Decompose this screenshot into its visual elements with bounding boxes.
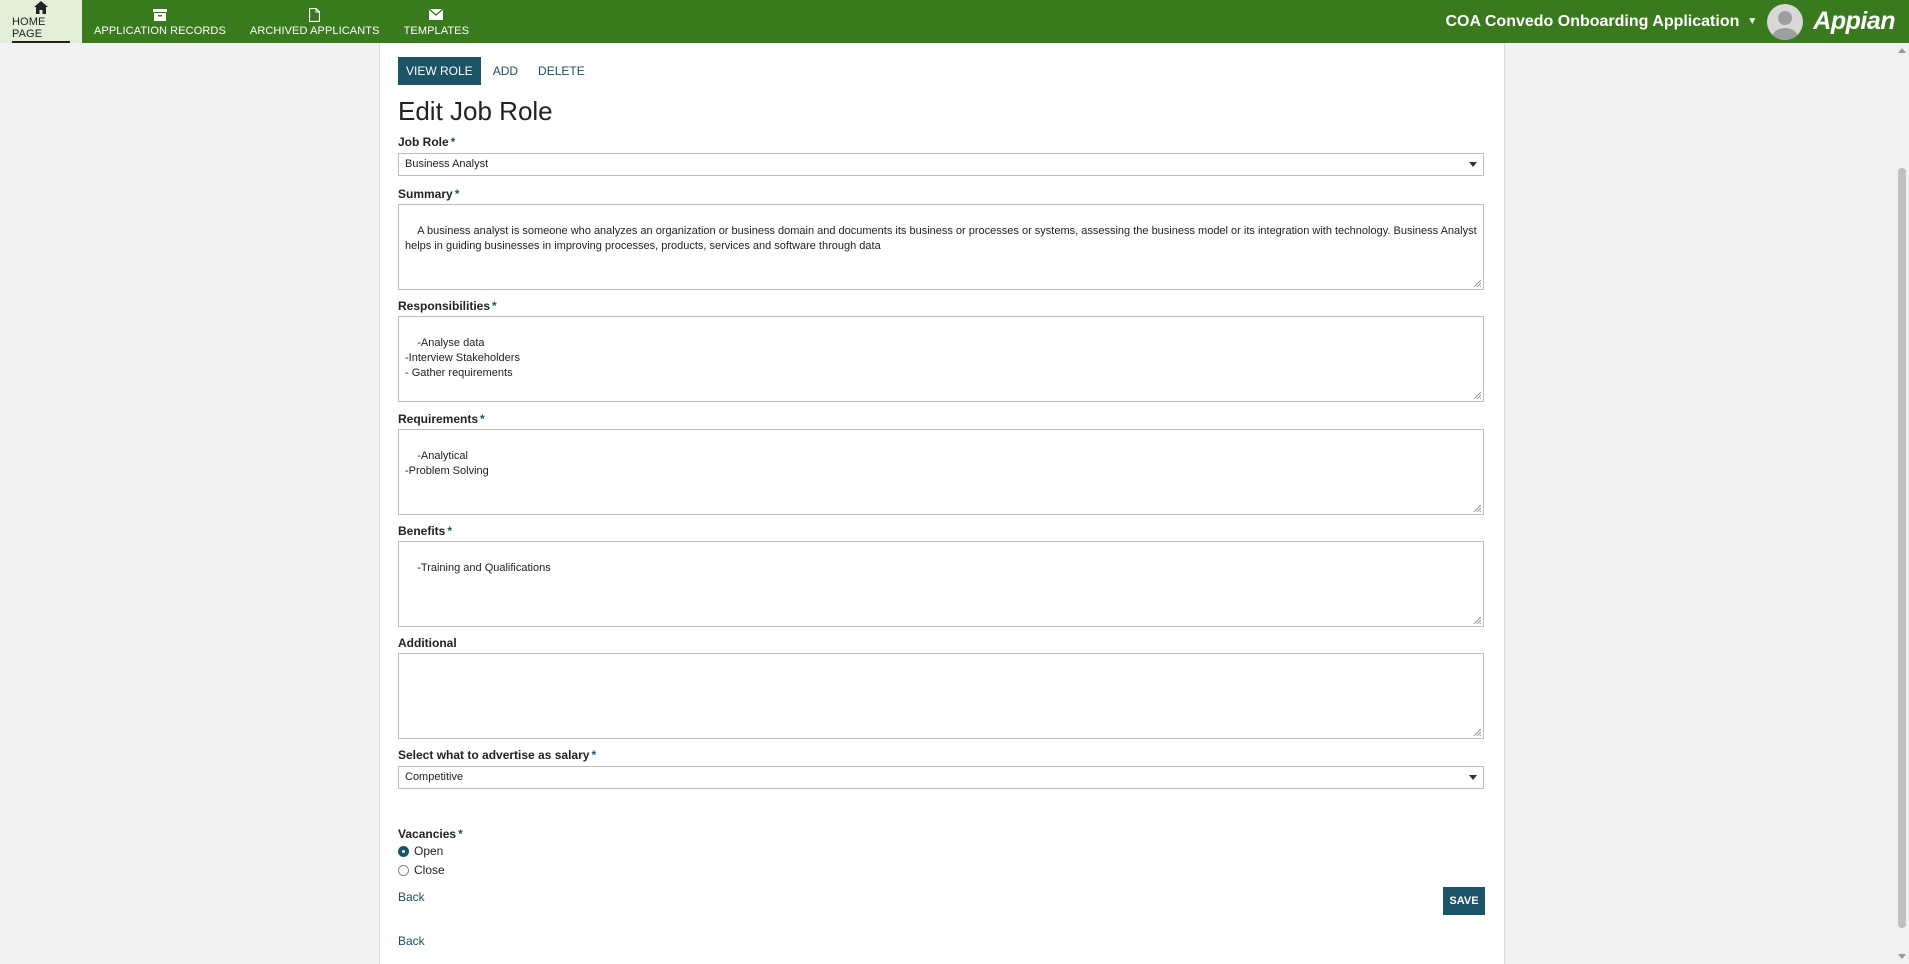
document-icon (309, 7, 321, 23)
chevron-down-icon[interactable]: ▼ (1747, 16, 1757, 27)
summary-text: A business analyst is someone who analyz… (405, 225, 1480, 252)
account-area: COA Convedo Onboarding Application ▼ App… (1445, 0, 1909, 43)
back-link[interactable]: Back (398, 890, 425, 904)
nav-templates-label: TEMPLATES (403, 24, 470, 37)
required-mark: * (458, 827, 463, 841)
nav-templates[interactable]: TEMPLATES (392, 0, 482, 43)
summary-label: Summary * (398, 187, 460, 201)
role-tabs: VIEW ROLE ADD DELETE (398, 57, 597, 85)
required-mark: * (447, 524, 453, 538)
page-scrollbar[interactable] (1895, 43, 1909, 964)
resize-grip-icon[interactable] (1473, 391, 1481, 399)
required-mark: * (492, 299, 497, 313)
responsibilities-textarea[interactable]: -Analyse data -Interview Stakeholders - … (398, 316, 1484, 402)
save-button[interactable]: SAVE (1443, 887, 1485, 915)
job-role-value: Business Analyst (405, 158, 489, 170)
required-mark: * (450, 135, 456, 149)
responsibilities-text: -Analyse data -Interview Stakeholders - … (405, 337, 520, 379)
required-mark: * (480, 412, 485, 426)
tab-delete[interactable]: DELETE (530, 57, 593, 85)
bottom-back-link[interactable]: Back (398, 934, 425, 948)
avatar[interactable] (1767, 3, 1804, 40)
radio-open[interactable] (398, 845, 409, 857)
required-mark: * (591, 748, 597, 762)
page-title: Edit Job Role (398, 96, 553, 126)
salary-select[interactable]: Competitive (398, 766, 1484, 789)
additional-label: Additional (398, 636, 457, 650)
required-mark: * (454, 187, 460, 201)
resize-grip-icon[interactable] (1473, 504, 1481, 512)
nav-application-records-label: APPLICATION RECORDS (94, 24, 226, 37)
nav-application-records[interactable]: APPLICATION RECORDS (82, 0, 238, 43)
vacancies-option-open[interactable]: Open (398, 844, 443, 858)
radio-close[interactable] (398, 864, 409, 876)
dropdown-arrow-icon (1469, 162, 1477, 167)
envelope-icon (429, 7, 444, 23)
nav-archived-applicants-label: ARCHIVED APPLICANTS (249, 24, 380, 37)
job-role-label: Job Role * (398, 135, 456, 149)
nav-home-page-label: HOME PAGE (12, 16, 70, 43)
top-navigation-bar: HOME PAGE APPLICATION RECORDS ARCHIVED A… (0, 0, 1909, 43)
tab-add[interactable]: ADD (485, 57, 526, 85)
resize-grip-icon[interactable] (1473, 279, 1481, 287)
requirements-label: Requirements * (398, 412, 485, 426)
responsibilities-label: Responsibilities * (398, 299, 497, 313)
home-icon (34, 0, 48, 14)
scroll-down-icon[interactable] (1898, 954, 1906, 959)
benefits-textarea[interactable]: -Training and Qualifications (398, 541, 1484, 627)
scrollbar-thumb[interactable] (1898, 168, 1906, 928)
appian-logo: Appian (1813, 7, 1895, 35)
nav-archived-applicants[interactable]: ARCHIVED APPLICANTS (238, 0, 392, 43)
edit-job-role-panel: VIEW ROLE ADD DELETE Edit Job Role Job R… (379, 43, 1505, 964)
job-role-select[interactable]: Business Analyst (398, 153, 1484, 176)
app-switcher[interactable]: COA Convedo Onboarding Application (1445, 13, 1739, 31)
requirements-text: -Analytical -Problem Solving (405, 450, 489, 477)
summary-textarea[interactable]: A business analyst is someone who analyz… (398, 204, 1484, 290)
benefits-label: Benefits * (398, 524, 453, 538)
radio-open-label: Open (414, 844, 444, 858)
requirements-textarea[interactable]: -Analytical -Problem Solving (398, 429, 1484, 515)
vacancies-label: Vacancies * (398, 827, 463, 841)
archive-box-icon (152, 7, 167, 23)
resize-grip-icon[interactable] (1473, 728, 1481, 736)
nav-home-page[interactable]: HOME PAGE (0, 0, 82, 43)
radio-close-label: Close (414, 863, 445, 877)
benefits-text: -Training and Qualifications (417, 562, 551, 574)
salary-label: Select what to advertise as salary * (398, 748, 597, 762)
salary-value: Competitive (405, 771, 464, 783)
scroll-up-icon[interactable] (1898, 48, 1906, 53)
additional-textarea[interactable] (398, 653, 1484, 739)
dropdown-arrow-icon (1469, 775, 1477, 780)
vacancies-option-close[interactable]: Close (398, 863, 445, 877)
resize-grip-icon[interactable] (1473, 616, 1481, 624)
tab-view-role[interactable]: VIEW ROLE (398, 57, 481, 85)
